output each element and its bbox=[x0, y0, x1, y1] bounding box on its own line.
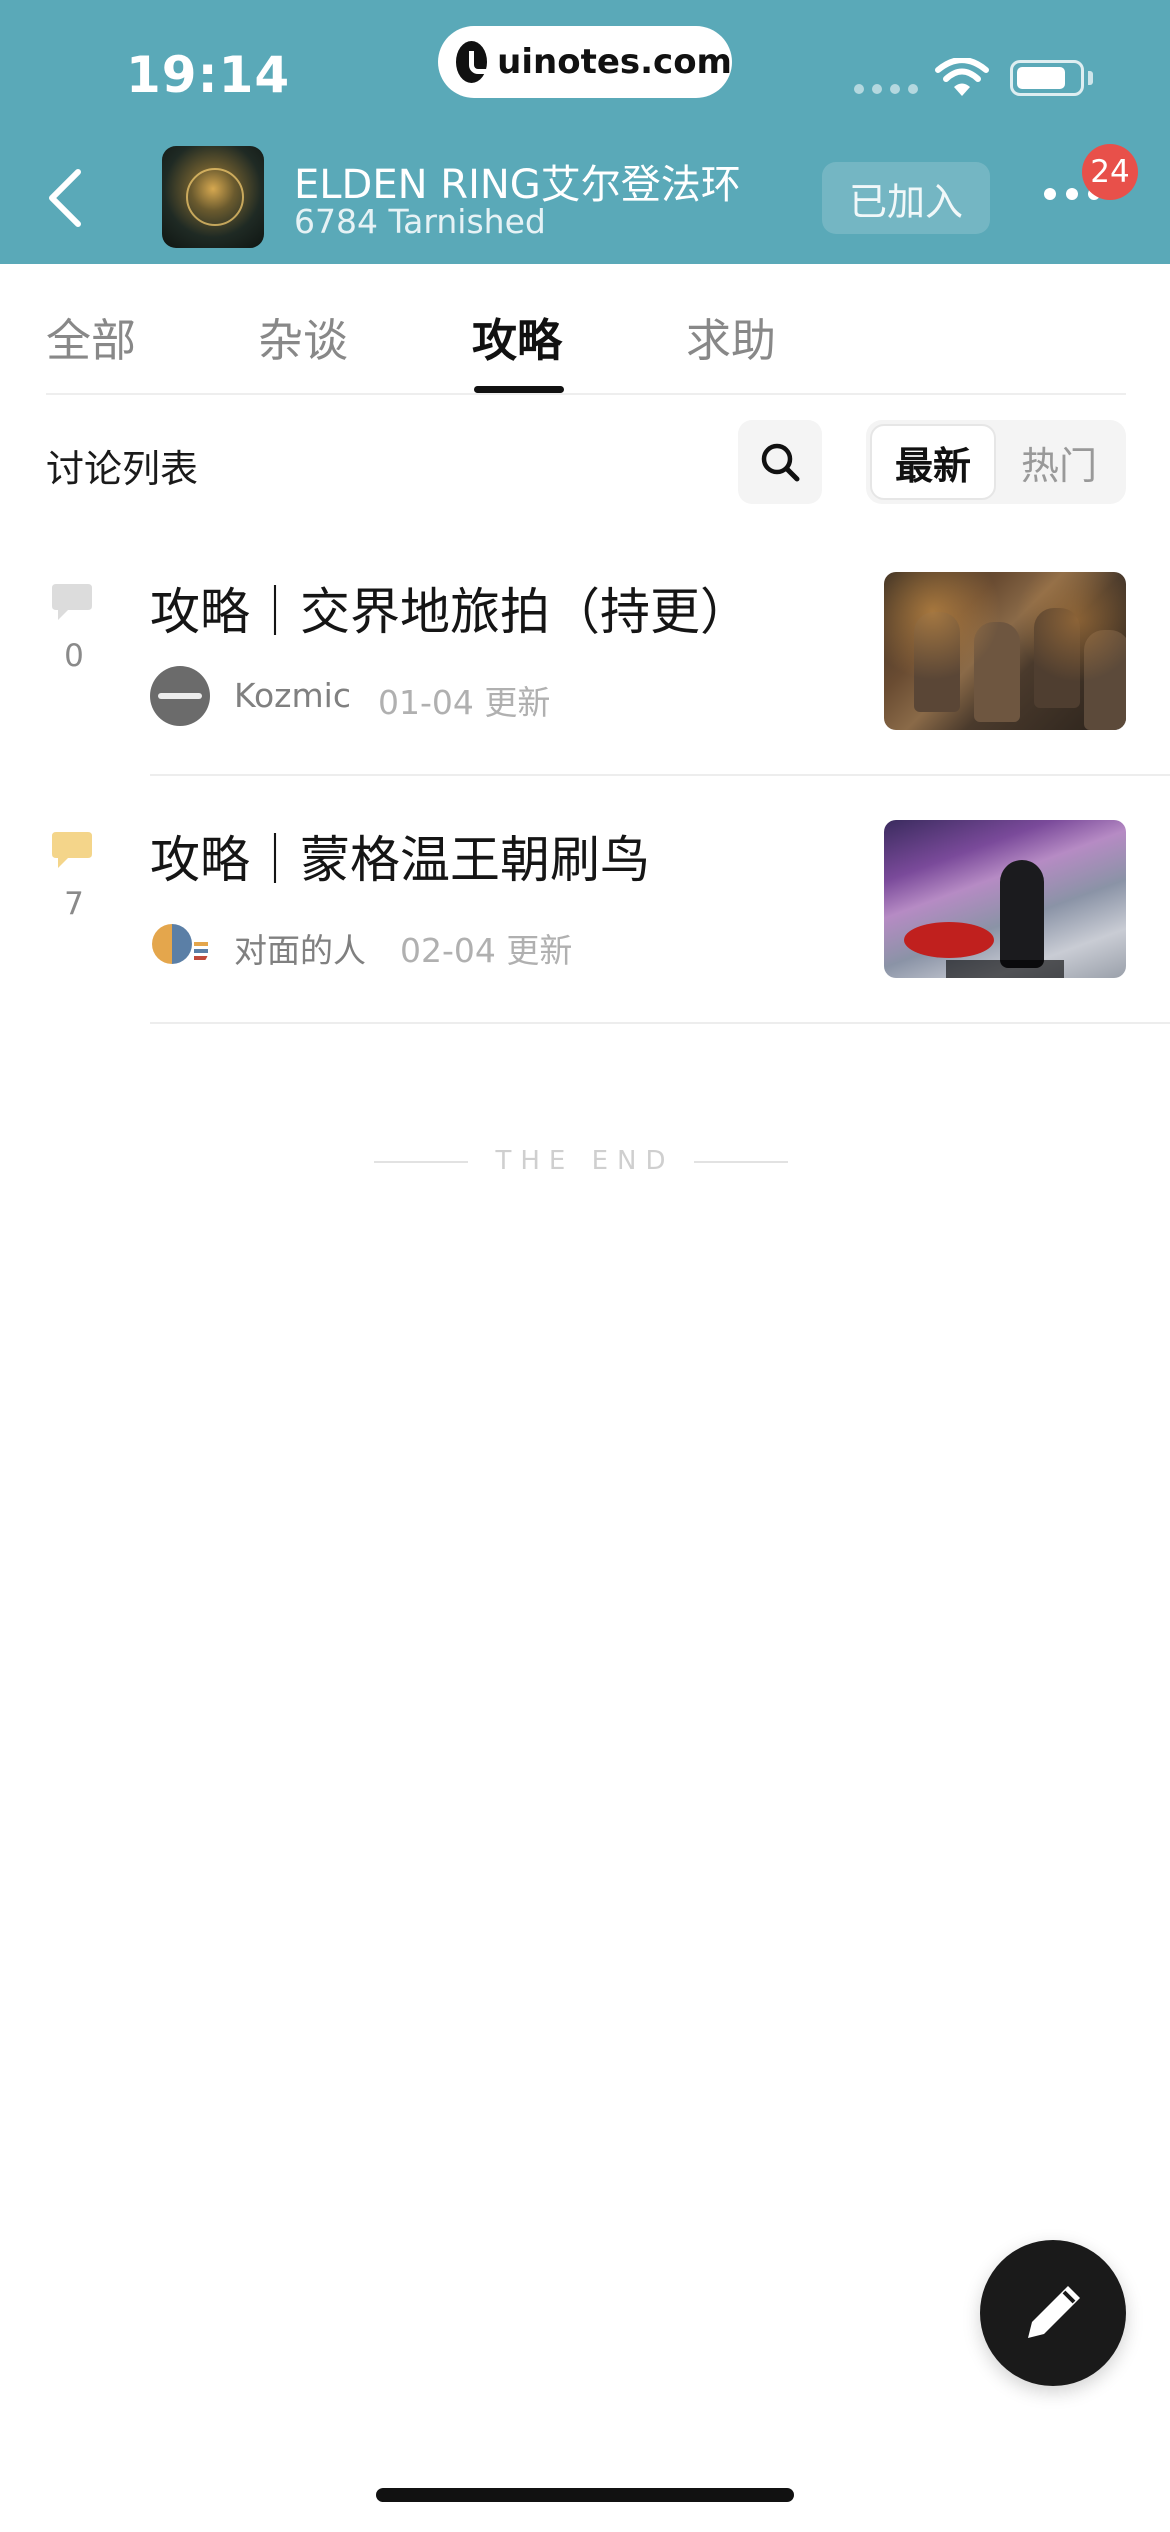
post-item[interactable]: 0 攻略｜交界地旅拍（持更） Kozmic 01-04 更新 bbox=[0, 552, 1170, 800]
end-of-list-text: THE END bbox=[495, 1146, 675, 1176]
list-title: 讨论列表 bbox=[46, 447, 199, 491]
uinotes-logo-icon bbox=[456, 41, 496, 83]
battery-cap bbox=[1088, 71, 1093, 85]
post-thumbnail[interactable] bbox=[884, 572, 1126, 730]
tab-all[interactable]: 全部 bbox=[46, 304, 136, 369]
sort-toggle: 最新 热门 bbox=[866, 420, 1126, 504]
tabs-divider bbox=[46, 393, 1126, 395]
tab-help[interactable]: 求助 bbox=[686, 304, 776, 369]
pen-icon bbox=[1028, 2286, 1080, 2338]
post-title[interactable]: 攻略｜蒙格温王朝刷鸟 bbox=[150, 820, 650, 892]
notification-badge: 24 bbox=[1082, 144, 1138, 200]
battery-icon bbox=[1010, 60, 1084, 96]
comment-icon bbox=[52, 584, 92, 620]
comment-count: 7 bbox=[64, 886, 84, 922]
post-updated-date: 01-04 更新 bbox=[378, 683, 551, 722]
group-header: 19:14 uinotes.com ELDEN RING艾尔登法环 6784 T… bbox=[0, 0, 1170, 264]
author-name[interactable]: Kozmic bbox=[234, 676, 351, 715]
end-divider-right bbox=[694, 1161, 788, 1163]
post-item[interactable]: 7 攻略｜蒙格温王朝刷鸟 对面的人 02-04 更新 bbox=[0, 800, 1170, 1048]
wifi-icon bbox=[935, 58, 989, 96]
post-thumbnail[interactable] bbox=[884, 820, 1126, 978]
url-pill: uinotes.com bbox=[438, 26, 732, 98]
comment-icon bbox=[52, 832, 92, 868]
status-time: 19:14 bbox=[126, 46, 291, 104]
author-avatar[interactable] bbox=[150, 666, 210, 726]
search-icon bbox=[761, 443, 800, 482]
thumbnail-caption-bar bbox=[946, 960, 1064, 978]
tab-guides[interactable]: 攻略 bbox=[472, 304, 562, 369]
home-indicator[interactable] bbox=[376, 2488, 794, 2502]
post-updated-date: 02-04 更新 bbox=[400, 931, 573, 970]
joined-button[interactable]: 已加入 bbox=[822, 162, 990, 234]
post-divider bbox=[150, 774, 1170, 776]
author-avatar[interactable] bbox=[150, 914, 210, 974]
sort-newest-button[interactable]: 最新 bbox=[870, 424, 996, 500]
author-name[interactable]: 对面的人 bbox=[234, 924, 366, 972]
compose-button[interactable] bbox=[980, 2240, 1126, 2386]
search-button[interactable] bbox=[738, 420, 822, 504]
end-divider-left bbox=[374, 1161, 468, 1163]
sort-hot-button[interactable]: 热门 bbox=[996, 424, 1122, 500]
comment-count: 0 bbox=[64, 638, 84, 674]
category-tabs: 全部 杂谈 攻略 求助 bbox=[0, 264, 1170, 394]
tab-chat[interactable]: 杂谈 bbox=[258, 304, 348, 369]
cellular-signal-icon bbox=[854, 84, 918, 94]
post-title[interactable]: 攻略｜交界地旅拍（持更） bbox=[150, 572, 750, 644]
post-divider bbox=[150, 1022, 1170, 1024]
group-avatar[interactable] bbox=[162, 146, 264, 248]
active-tab-indicator bbox=[474, 386, 564, 393]
member-count: 6784 Tarnished bbox=[294, 202, 546, 241]
url-text: uinotes.com bbox=[497, 42, 732, 82]
back-arrow-icon[interactable] bbox=[40, 160, 100, 236]
